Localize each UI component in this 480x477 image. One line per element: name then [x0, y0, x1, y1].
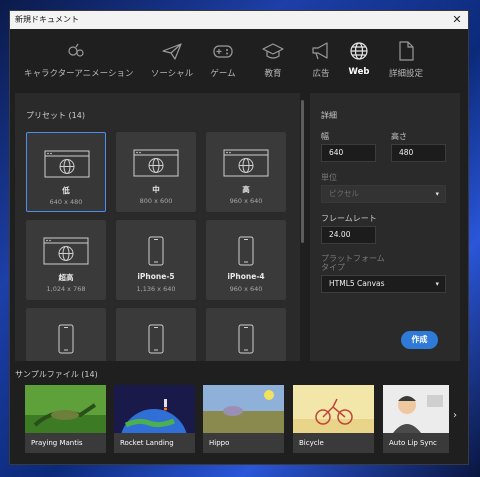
document-icon [399, 41, 414, 61]
height-label: 高さ [391, 132, 407, 141]
sample-bicycle[interactable]: Bicycle [293, 385, 374, 453]
phone-icon [148, 236, 164, 266]
tab-character-animation[interactable]: キャラクターアニメーション [24, 41, 133, 97]
chevron-down-icon: ▾ [435, 280, 439, 288]
preset-card-iphone-5[interactable]: iPhone-5 1,136 x 640 [116, 220, 196, 300]
presets-panel: プリセット (14) 低 640 x 480 中 800 x 600 高 960… [15, 93, 300, 361]
width-label: 幅 [321, 132, 329, 141]
rocket-landing-thumbnail [114, 385, 195, 433]
preset-card-medium[interactable]: 中 800 x 600 [116, 132, 196, 212]
preset-card-iphone-4[interactable]: iPhone-4 960 x 640 [206, 220, 286, 300]
sample-rocket-landing[interactable]: Rocket Landing [114, 385, 195, 453]
details-title: 詳細 [321, 111, 337, 120]
tab-web[interactable]: Web [346, 41, 372, 97]
platform-select[interactable]: HTML5 Canvas ▾ [321, 275, 446, 293]
hippo-thumbnail [203, 385, 284, 433]
tab-game[interactable]: ゲーム [206, 41, 240, 97]
height-input[interactable]: 480 [391, 144, 446, 162]
phone-icon [58, 324, 74, 354]
presets-title: プリセット (14) [26, 111, 85, 120]
sample-name: Hippo [203, 433, 284, 453]
close-icon[interactable]: ✕ [451, 11, 463, 29]
width-input[interactable]: 640 [321, 144, 376, 162]
auto-lip-sync-thumbnail [383, 385, 449, 433]
chevron-right-icon[interactable]: › [453, 410, 457, 421]
presets-scrollbar[interactable] [301, 100, 304, 243]
preset-card-high[interactable]: 高 960 x 640 [206, 132, 286, 212]
tab-social[interactable]: ソーシャル [146, 41, 198, 97]
framerate-label: フレームレート [321, 214, 377, 223]
tab-education[interactable]: 教育 [258, 41, 288, 97]
paper-plane-icon [162, 43, 182, 60]
tab-advanced[interactable]: 詳細設定 [388, 41, 424, 97]
character-icon [68, 43, 84, 57]
browser-globe-icon [43, 237, 89, 265]
graduation-cap-icon [262, 43, 284, 59]
sample-name: Bicycle [293, 433, 374, 453]
phone-icon [148, 324, 164, 354]
sample-praying-mantis[interactable]: Praying Mantis [25, 385, 106, 453]
phone-icon [238, 324, 254, 354]
phone-icon [238, 236, 254, 266]
sample-name: Auto Lip Sync [383, 433, 449, 453]
globe-icon [350, 42, 368, 60]
sample-auto-lip-sync[interactable]: Auto Lip Sync [383, 385, 449, 453]
bicycle-thumbnail [293, 385, 374, 433]
browser-globe-icon [133, 149, 179, 177]
preset-card-phone-7[interactable] [26, 308, 106, 361]
preset-card-phone-8[interactable] [116, 308, 196, 361]
platform-label: プラットフォームタイプ [321, 254, 385, 272]
preset-card-phone-9[interactable] [206, 308, 286, 361]
sample-name: Rocket Landing [114, 433, 195, 453]
unit-label: 単位 [321, 173, 337, 182]
sample-name: Praying Mantis [25, 433, 106, 453]
framerate-input[interactable]: 24.00 [321, 226, 376, 244]
megaphone-icon [312, 42, 328, 60]
tab-advertising[interactable]: 広告 [306, 41, 336, 97]
details-panel: 詳細 幅 640 高さ 480 単位 ピクセル ▾ フレームレート 24.00 … [310, 93, 460, 361]
gamepad-icon [213, 45, 233, 58]
sample-hippo[interactable]: Hippo [203, 385, 284, 453]
chevron-down-icon: ▾ [435, 190, 439, 198]
title-bar: 新規ドキュメント ✕ [10, 11, 468, 29]
samples-title: サンプルファイル (14) [15, 370, 98, 379]
category-tabs: キャラクターアニメーション ソーシャル ゲーム 教育 広告 Web 詳細設定 [10, 29, 468, 99]
preset-card-low[interactable]: 低 640 x 480 [26, 132, 106, 212]
preset-card-ultra-high[interactable]: 超高 1,024 x 768 [26, 220, 106, 300]
praying-mantis-thumbnail [25, 385, 106, 433]
browser-globe-icon [44, 150, 90, 178]
unit-select: ピクセル ▾ [321, 185, 446, 203]
browser-globe-icon [223, 149, 269, 177]
window-title: 新規ドキュメント [15, 15, 79, 24]
create-button[interactable]: 作成 [401, 331, 438, 349]
